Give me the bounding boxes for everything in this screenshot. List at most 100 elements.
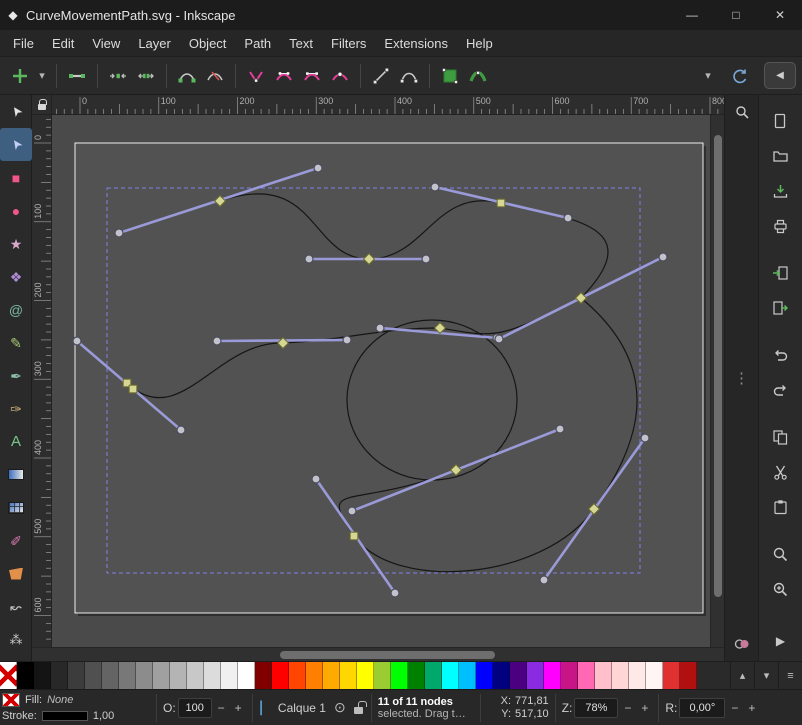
canvas-svg[interactable] (52, 115, 710, 647)
zoom-page-button[interactable] (769, 577, 793, 601)
palette-swatch[interactable] (442, 662, 459, 689)
save-document-button[interactable] (769, 179, 793, 203)
palette-swatch[interactable] (289, 662, 306, 689)
palette-swatch[interactable] (425, 662, 442, 689)
open-document-button[interactable] (769, 144, 793, 168)
text-tool[interactable]: A (0, 425, 32, 458)
ellipse-tool[interactable]: ● (0, 194, 32, 227)
zoom-decrease-button[interactable]: − (620, 698, 635, 718)
palette-swatch[interactable] (119, 662, 136, 689)
redo-button[interactable] (769, 378, 793, 402)
handle-endpoint[interactable] (495, 335, 503, 343)
delete-segment-button[interactable] (201, 62, 229, 90)
handle-endpoint[interactable] (422, 255, 430, 263)
palette-swatch[interactable] (187, 662, 204, 689)
palette-swatch[interactable] (374, 662, 391, 689)
handle-endpoint[interactable] (213, 337, 221, 345)
menu-filters[interactable]: Filters (322, 32, 375, 55)
vertical-scrollbar-thumb[interactable] (714, 135, 722, 597)
stroke-swatch[interactable] (42, 711, 88, 721)
palette-swatch[interactable] (476, 662, 493, 689)
object-to-path-button[interactable] (436, 62, 464, 90)
palette-swatch[interactable] (595, 662, 612, 689)
horizontal-scrollbar-thumb[interactable] (280, 651, 495, 659)
color-display-toggle-button[interactable] (731, 633, 753, 655)
menu-file[interactable]: File (4, 32, 43, 55)
palette-swatch[interactable] (459, 662, 476, 689)
node-auto-button[interactable] (326, 62, 354, 90)
dropper-tool[interactable]: ✐ (0, 524, 32, 557)
palette-swatch[interactable] (391, 662, 408, 689)
break-nodes-button[interactable] (132, 62, 160, 90)
palette-swatch[interactable] (544, 662, 561, 689)
zoom-increase-button[interactable]: + (637, 698, 652, 718)
handle-endpoint[interactable] (564, 214, 572, 222)
handle-endpoint[interactable] (540, 576, 548, 584)
close-button[interactable]: ✕ (758, 0, 802, 30)
layer-name[interactable]: Calque 1 (278, 701, 326, 715)
cut-button[interactable] (769, 460, 793, 484)
menu-object[interactable]: Object (180, 32, 236, 55)
rectangle-tool[interactable]: ■ (0, 161, 32, 194)
rotation-input[interactable]: 0,00° (679, 698, 725, 718)
duplicate-button[interactable] (769, 425, 793, 449)
box3d-tool[interactable]: ❖ (0, 260, 32, 293)
palette-swatch[interactable] (255, 662, 272, 689)
palette-swatch[interactable] (0, 662, 17, 689)
dock-resize-handle[interactable]: ⋮ (734, 369, 749, 387)
handle-endpoint[interactable] (314, 164, 322, 172)
snap-toggle-button[interactable] (731, 101, 753, 123)
palette-swatch[interactable] (578, 662, 595, 689)
path-node[interactable] (497, 199, 505, 207)
palette-swatch[interactable] (493, 662, 510, 689)
palette-swatch[interactable] (340, 662, 357, 689)
menu-view[interactable]: View (83, 32, 129, 55)
handle-endpoint[interactable] (343, 336, 351, 344)
palette-swatch[interactable] (170, 662, 187, 689)
horizontal-scrollbar[interactable] (52, 648, 710, 661)
palette-swatch[interactable] (408, 662, 425, 689)
bucket-tool[interactable] (0, 557, 32, 590)
rotate-view-button[interactable] (726, 62, 754, 90)
print-button[interactable] (769, 214, 793, 238)
join-with-segment-button[interactable] (173, 62, 201, 90)
palette-swatch[interactable] (323, 662, 340, 689)
zoom-drawing-button[interactable] (769, 542, 793, 566)
minimize-button[interactable]: — (670, 0, 714, 30)
undo-button[interactable] (769, 343, 793, 367)
handle-endpoint[interactable] (431, 183, 439, 191)
menu-layer[interactable]: Layer (129, 32, 180, 55)
x-options-button[interactable]: ▾ (700, 69, 716, 82)
palette-swatch[interactable] (561, 662, 578, 689)
spiral-tool[interactable]: @ (0, 293, 32, 326)
opacity-increase-button[interactable]: + (231, 698, 246, 718)
handle-endpoint[interactable] (348, 507, 356, 515)
handle-endpoint[interactable] (376, 324, 384, 332)
layer-visibility-toggle[interactable]: ⊙ (334, 699, 346, 716)
guide-lock-button[interactable] (32, 95, 52, 115)
join-nodes-button[interactable] (104, 62, 132, 90)
insert-node-options-button[interactable]: ▾ (34, 69, 50, 82)
stroke-to-path-button[interactable] (464, 62, 492, 90)
pencil-tool[interactable]: ✎ (0, 326, 32, 359)
node-tool[interactable]: ➤ (0, 128, 32, 161)
handle-endpoint[interactable] (115, 229, 123, 237)
palette-swatch[interactable] (646, 662, 663, 689)
handle-endpoint[interactable] (312, 475, 320, 483)
palette-swatch[interactable] (527, 662, 544, 689)
import-button[interactable] (769, 261, 793, 285)
menu-help[interactable]: Help (457, 32, 502, 55)
calligraphy-tool[interactable]: ✑ (0, 392, 32, 425)
segment-curve-button[interactable] (395, 62, 423, 90)
palette-swatch[interactable] (306, 662, 323, 689)
no-paint-swatch[interactable] (2, 693, 20, 707)
vertical-scrollbar[interactable] (710, 115, 724, 647)
rotation-increase-button[interactable]: + (744, 698, 759, 718)
insert-node-button[interactable] (6, 62, 34, 90)
palette-scroll-up-button[interactable]: ▴ (730, 662, 754, 689)
selector-tool[interactable]: ➤ (0, 95, 32, 128)
palette-swatch[interactable] (204, 662, 221, 689)
layer-lock-toggle[interactable] (354, 707, 363, 714)
node-smooth-button[interactable] (270, 62, 298, 90)
handle-endpoint[interactable] (391, 589, 399, 597)
